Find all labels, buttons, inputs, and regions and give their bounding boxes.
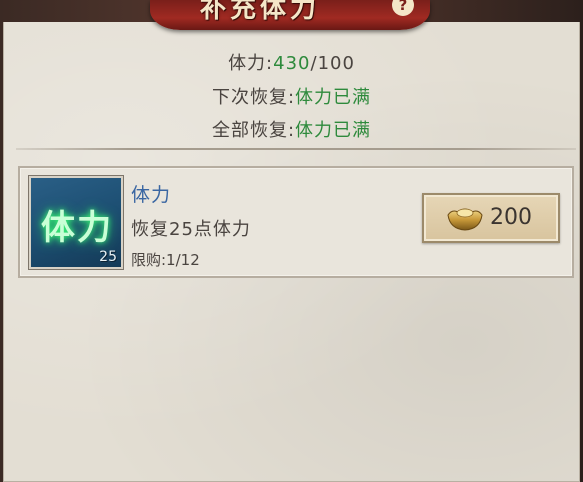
item-description: 恢复25点体力 xyxy=(131,219,251,240)
item-name: 体力 xyxy=(131,184,172,206)
stamina-glyph-icon: 体力 xyxy=(41,208,113,248)
section-divider xyxy=(16,148,576,150)
item-count: 25 xyxy=(99,249,117,265)
next-recover-label: 下次恢复: xyxy=(211,87,296,108)
buy-button[interactable]: 200 xyxy=(422,193,560,243)
buy-price: 200 xyxy=(490,205,532,230)
full-recover-value: 体力已满 xyxy=(295,120,372,141)
page-title: 补充体力 xyxy=(200,0,321,22)
full-recover-stat: 全部恢复:体力已满 xyxy=(0,116,583,142)
next-recover-value: 体力已满 xyxy=(295,87,372,108)
stamina-separator: / xyxy=(310,53,318,74)
stamina-max: 100 xyxy=(317,53,355,74)
stamina-label: 体力: xyxy=(228,53,274,74)
next-recover-stat: 下次恢复:体力已满 xyxy=(0,83,583,109)
purchase-limit: 限购:1/12 xyxy=(131,251,200,269)
full-recover-label: 全部恢复: xyxy=(211,120,296,141)
stamina-shop-screen: 补充体力 ? 体力:430/100 下次恢复:体力已满 全部恢复:体力已满 体力… xyxy=(0,0,583,482)
stamina-stat: 体力:430/100 xyxy=(0,49,583,75)
stamina-current: 430 xyxy=(273,53,311,74)
gold-ingot-icon xyxy=(447,208,483,231)
stamina-item-icon[interactable]: 体力 25 xyxy=(29,176,123,269)
